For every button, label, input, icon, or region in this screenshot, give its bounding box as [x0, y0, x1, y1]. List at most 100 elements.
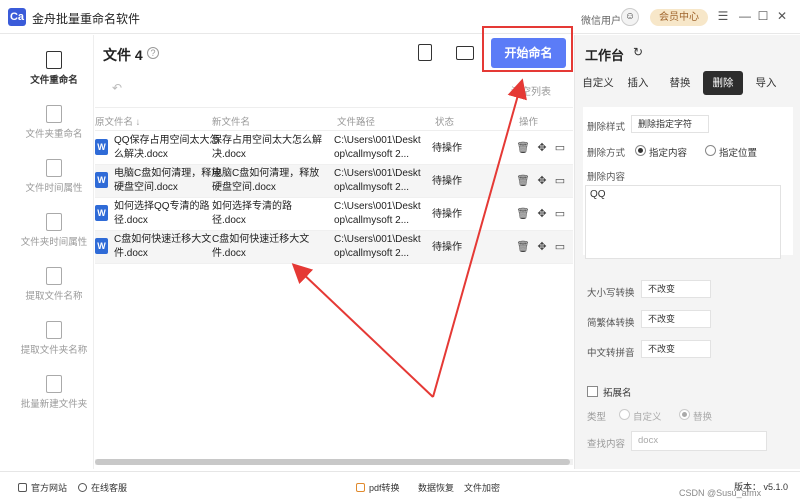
file-rename-icon	[46, 51, 62, 69]
column-status: 状态	[435, 117, 455, 128]
help-icon[interactable]: ?	[147, 47, 159, 59]
delete-icon[interactable]: 🗑	[516, 142, 530, 154]
workspace-tabs: 自定义 插入 替换 删除 导入	[575, 71, 800, 95]
tab-import[interactable]: 导入	[751, 71, 781, 95]
sidebar: 文件重命名 文件夹重命名 文件时间属性 文件夹时间属性 提取文件名称 提取文件夹…	[14, 35, 94, 469]
status-text: 待操作	[432, 209, 462, 220]
table-row[interactable]: W QQ保存占用空间太大怎么解决.docx 保存占用空间太大怎么解决.docx …	[95, 132, 573, 165]
main-panel: 文件 4 ? 开始命名 ↶ 清空列表 原文件名 ↓ 新文件名 文件路径 状态 操…	[95, 26, 573, 469]
sidebar-item-folder-time[interactable]: 文件夹时间属性	[14, 213, 94, 263]
pinyin-select[interactable]: 不改变	[641, 340, 711, 358]
sidebar-item-file-rename[interactable]: 文件重命名	[14, 51, 94, 101]
workspace-title: 工作台	[585, 48, 625, 63]
maximize-icon[interactable]: ☐	[756, 9, 770, 23]
column-actions: 操作	[519, 117, 539, 128]
open-folder-icon[interactable]: ▭	[554, 208, 566, 220]
close-icon[interactable]: ✕	[775, 9, 789, 23]
start-rename-button[interactable]: 开始命名	[491, 38, 566, 68]
watermark: CSDN @Susu_afmx	[679, 488, 762, 498]
sidebar-item-label: 提取文件名称	[25, 291, 83, 302]
move-icon[interactable]: ✥	[536, 175, 548, 187]
find-input[interactable]: docx	[631, 431, 767, 451]
type-custom-radio[interactable]	[619, 409, 630, 420]
sidebar-item-new-folder[interactable]: 批量新建文件夹	[14, 375, 94, 425]
status-text: 待操作	[432, 143, 462, 154]
open-folder-icon[interactable]: ▭	[554, 241, 566, 253]
mode-position-radio[interactable]	[705, 145, 716, 156]
table-header: 原文件名 ↓ 新文件名 文件路径 状态 操作	[95, 107, 573, 131]
extension-settings-card: 拓展名 类型 自定义 替换 查找内容 docx	[575, 373, 800, 463]
column-path: 文件路径	[337, 117, 376, 128]
sidebar-item-extract-folder[interactable]: 提取文件夹名称	[14, 321, 94, 371]
table-row[interactable]: W 如何选择QQ专清的路径.docx 如何选择专清的路径.docx C:\Use…	[95, 198, 573, 231]
delete-mode-label: 删除方式	[587, 148, 626, 159]
delete-style-select[interactable]: 删除指定字符	[631, 115, 709, 133]
sidebar-item-label: 文件重命名	[30, 75, 78, 86]
case-label: 大小写转换	[587, 288, 635, 299]
headset-icon	[78, 483, 87, 492]
file-path: C:\Users\001\Desktop\callmysoft 2...	[334, 135, 421, 160]
sidebar-item-file-time[interactable]: 文件时间属性	[14, 159, 94, 209]
convert-settings-card: 大小写转换 不改变 简繁体转换 不改变 中文转拼音 不改变	[575, 269, 800, 367]
data-recovery-link[interactable]: 数据恢复	[418, 481, 454, 494]
file-encrypt-link[interactable]: 文件加密	[464, 481, 500, 494]
type-replace-radio[interactable]	[679, 409, 690, 420]
menu-icon[interactable]: ☰	[716, 9, 730, 23]
horizontal-scrollbar[interactable]	[95, 459, 573, 465]
table-row[interactable]: W C盘如何快速迁移大文件.docx C盘如何快速迁移大文件.docx C:\U…	[95, 231, 573, 264]
minimize-icon[interactable]: —	[738, 9, 752, 23]
vip-center-button[interactable]: 会员中心	[650, 9, 708, 26]
word-file-icon: W	[95, 238, 108, 254]
tab-custom[interactable]: 自定义	[581, 71, 615, 95]
support-link[interactable]: 在线客服	[78, 481, 127, 494]
delete-icon[interactable]: 🗑	[516, 241, 530, 253]
add-folder-icon[interactable]	[456, 46, 474, 60]
official-site-link[interactable]: 官方网站	[18, 481, 67, 494]
extension-label: 拓展名	[603, 388, 632, 399]
find-label: 查找内容	[587, 439, 626, 450]
sidebar-item-label: 批量新建文件夹	[20, 399, 88, 410]
tab-replace[interactable]: 替换	[665, 71, 695, 95]
type-replace-label: 替换	[693, 412, 713, 423]
clear-list-button[interactable]: 清空列表	[511, 83, 551, 98]
open-folder-icon[interactable]: ▭	[554, 142, 566, 154]
original-name: 电脑C盘如何清理，释放硬盘空间.docx	[114, 168, 222, 193]
delete-content-field[interactable]: QQ	[585, 185, 781, 259]
move-icon[interactable]: ✥	[536, 241, 548, 253]
mode-content-radio[interactable]	[635, 145, 646, 156]
pdf-convert-link[interactable]: pdf转换	[356, 481, 400, 494]
wechat-user-label[interactable]: 微信用户	[581, 12, 621, 27]
sidebar-item-extract-file[interactable]: 提取文件名称	[14, 267, 94, 317]
file-path: C:\Users\001\Desktop\callmysoft 2...	[334, 234, 421, 259]
extension-checkbox[interactable]	[587, 386, 598, 397]
delete-settings-card: 删除样式 删除指定字符 删除方式 指定内容 指定位置 删除内容 QQ	[583, 107, 793, 259]
case-select[interactable]: 不改变	[641, 280, 711, 298]
sidebar-item-label: 文件时间属性	[25, 183, 83, 194]
move-icon[interactable]: ✥	[536, 142, 548, 154]
table-row[interactable]: W 电脑C盘如何清理，释放硬盘空间.docx 电脑C盘如何清理，释放硬盘空间.d…	[95, 165, 573, 198]
delete-content-label: 删除内容	[587, 172, 626, 183]
new-name: 保存占用空间太大怎么解决.docx	[212, 135, 322, 160]
tab-delete[interactable]: 删除	[703, 71, 743, 95]
new-name: 电脑C盘如何清理，释放硬盘空间.docx	[212, 168, 320, 193]
delete-icon[interactable]: 🗑	[516, 175, 530, 187]
open-folder-icon[interactable]: ▭	[554, 175, 566, 187]
type-label: 类型	[587, 412, 607, 423]
mode-content-label: 指定内容	[649, 148, 688, 159]
column-original-name[interactable]: 原文件名 ↓	[95, 114, 140, 128]
traditional-select[interactable]: 不改变	[641, 310, 711, 328]
title-bar: Ca 金舟批量重命名软件 微信用户 ☺ 会员中心 ☰ — ☐ ✕	[0, 0, 800, 34]
avatar[interactable]: ☺	[621, 8, 639, 26]
refresh-icon[interactable]: ↻	[633, 45, 643, 59]
tab-insert[interactable]: 插入	[623, 71, 653, 95]
original-name: QQ保存占用空间太大怎么解决.docx	[114, 135, 220, 160]
add-file-icon[interactable]	[418, 44, 432, 61]
app-title: 金舟批量重命名软件	[32, 12, 141, 26]
move-icon[interactable]: ✥	[536, 208, 548, 220]
sidebar-item-folder-rename[interactable]: 文件夹重命名	[14, 105, 94, 155]
folder-rename-icon	[46, 105, 62, 123]
delete-icon[interactable]: 🗑	[516, 208, 530, 220]
page-title: 文件 4	[103, 47, 143, 63]
undo-icon[interactable]: ↶	[112, 81, 122, 95]
scrollbar-thumb[interactable]	[95, 459, 570, 465]
